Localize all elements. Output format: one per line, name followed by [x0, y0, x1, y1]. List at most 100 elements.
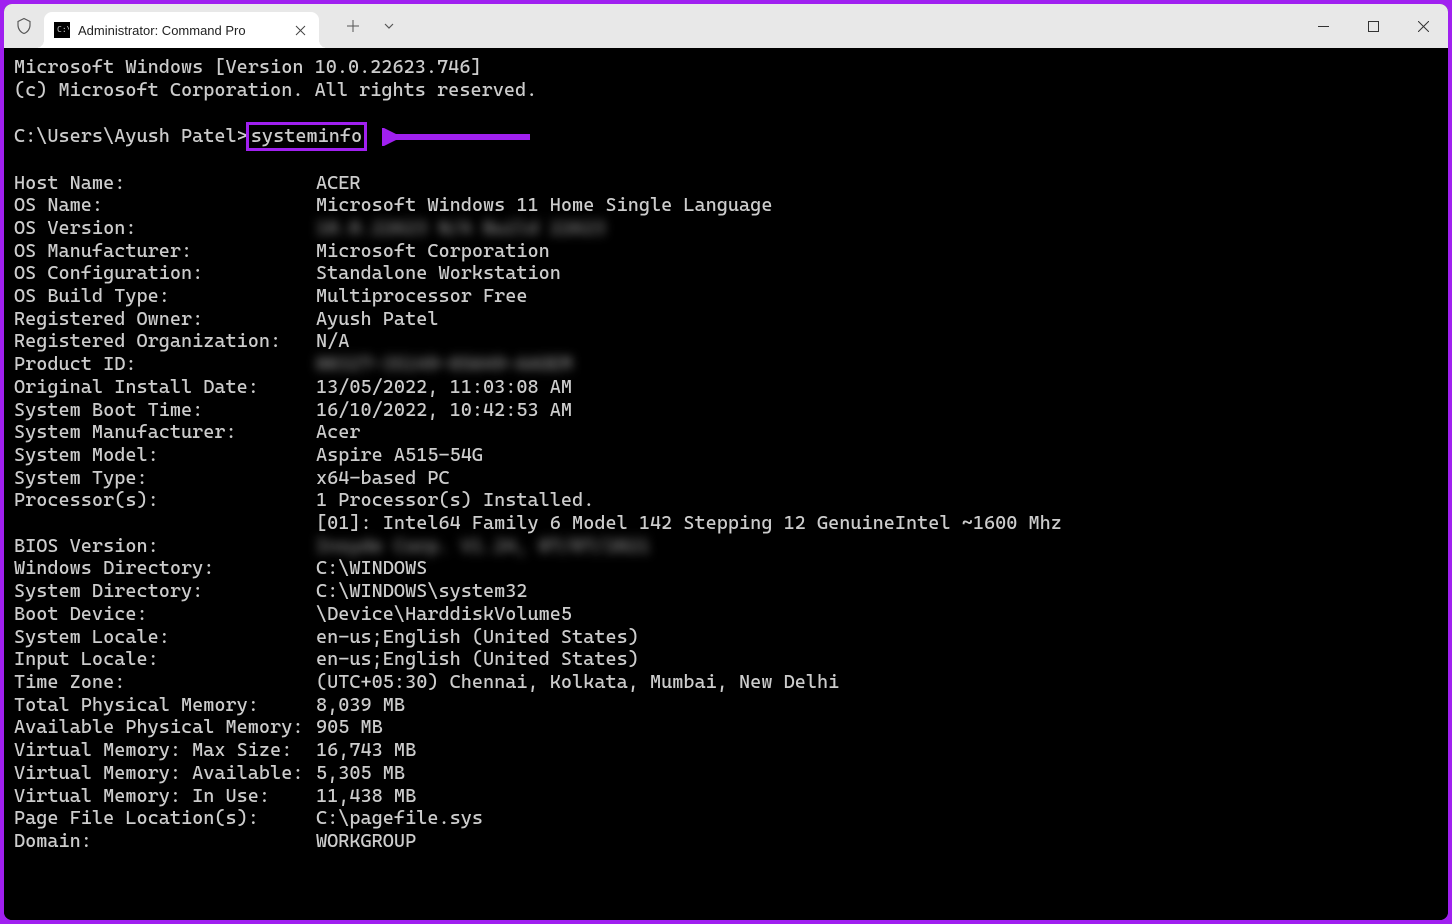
- row-value: 905 MB: [316, 716, 383, 739]
- header-line: Microsoft Windows [Version 10.0.22623.74…: [14, 56, 1438, 79]
- row-label: Available Physical Memory:: [14, 716, 316, 739]
- output-row: System Directory:C:\WINDOWS\system32: [14, 580, 1438, 603]
- row-value: Standalone Workstation: [316, 262, 561, 285]
- row-value: Acer: [316, 421, 361, 444]
- row-value: 10.0.22623 N/A Build 22623: [316, 217, 605, 240]
- blank-line: [14, 149, 1438, 172]
- tab-title: Administrator: Command Pro: [78, 23, 283, 38]
- prompt-text: C:\Users\Ayush Patel>: [14, 125, 248, 147]
- active-tab[interactable]: C:\ Administrator: Command Pro: [44, 12, 319, 48]
- row-label: System Locale:: [14, 626, 316, 649]
- output-row: System Locale:en-us;English (United Stat…: [14, 626, 1438, 649]
- row-value: 00327-35149-85649-AAOEM: [316, 353, 572, 376]
- row-value: C:\pagefile.sys: [316, 807, 483, 830]
- output-row: Input Locale:en-us;English (United State…: [14, 648, 1438, 671]
- row-value: Multiprocessor Free: [316, 285, 528, 308]
- row-value: C:\WINDOWS\system32: [316, 580, 528, 603]
- row-value: WORKGROUP: [316, 830, 416, 853]
- row-label: Product ID:: [14, 353, 316, 376]
- window-controls: [1298, 4, 1448, 48]
- command-highlight: systeminfo: [246, 122, 367, 151]
- output-row: OS Version:10.0.22623 N/A Build 22623: [14, 217, 1438, 240]
- row-label: System Boot Time:: [14, 399, 316, 422]
- row-label: Time Zone:: [14, 671, 316, 694]
- row-label: System Directory:: [14, 580, 316, 603]
- row-label: OS Build Type:: [14, 285, 316, 308]
- row-value: 5,305 MB: [316, 762, 405, 785]
- row-value: 8,039 MB: [316, 694, 405, 717]
- row-label: Total Physical Memory:: [14, 694, 316, 717]
- row-value: N/A: [316, 330, 349, 353]
- output-row: Domain:WORKGROUP: [14, 830, 1438, 853]
- output-row: Registered Owner:Ayush Patel: [14, 308, 1438, 331]
- row-label: Page File Location(s):: [14, 807, 316, 830]
- command-text: systeminfo: [251, 125, 362, 147]
- row-value: Ayush Patel: [316, 308, 438, 331]
- new-tab-button[interactable]: [337, 10, 369, 42]
- svg-text:C:\: C:\: [57, 25, 69, 34]
- row-value: 13/05/2022, 11:03:08 AM: [316, 376, 572, 399]
- row-value: 11,438 MB: [316, 785, 416, 808]
- row-value: ACER: [316, 172, 361, 195]
- blank-line: [14, 101, 1438, 124]
- output-row: Product ID:00327-35149-85649-AAOEM: [14, 353, 1438, 376]
- row-label: BIOS Version:: [14, 535, 316, 558]
- output-row: Windows Directory:C:\WINDOWS: [14, 557, 1438, 580]
- tab-dropdown-button[interactable]: [373, 10, 405, 42]
- row-label: System Model:: [14, 444, 316, 467]
- prompt-line: C:\Users\Ayush Patel>systeminfo: [14, 124, 1438, 149]
- row-value: \Device\HarddiskVolume5: [316, 603, 572, 626]
- row-value: Insyde Corp. V1.24, 07/07/2021: [316, 535, 650, 558]
- output-row: OS Name:Microsoft Windows 11 Home Single…: [14, 194, 1438, 217]
- row-value: x64-based PC: [316, 467, 450, 490]
- copyright-line: (c) Microsoft Corporation. All rights re…: [14, 79, 1438, 102]
- output-row: Host Name:ACER: [14, 172, 1438, 195]
- row-label: Input Locale:: [14, 648, 316, 671]
- terminal-content[interactable]: Microsoft Windows [Version 10.0.22623.74…: [4, 48, 1448, 920]
- row-label: OS Version:: [14, 217, 316, 240]
- output-row: Processor(s):1 Processor(s) Installed.: [14, 489, 1438, 512]
- output-row: BIOS Version:Insyde Corp. V1.24, 07/07/2…: [14, 535, 1438, 558]
- row-label: Virtual Memory: Max Size:: [14, 739, 316, 762]
- shield-icon: [4, 17, 44, 35]
- maximize-button[interactable]: [1348, 4, 1398, 48]
- row-value: en-us;English (United States): [316, 626, 639, 649]
- terminal-window: C:\ Administrator: Command Pro: [4, 4, 1448, 920]
- output-row: System Type:x64-based PC: [14, 467, 1438, 490]
- systeminfo-output: Host Name:ACEROS Name:Microsoft Windows …: [14, 172, 1438, 853]
- row-label: OS Name:: [14, 194, 316, 217]
- row-value: [01]: Intel64 Family 6 Model 142 Steppin…: [316, 512, 1062, 535]
- row-value: Microsoft Windows 11 Home Single Languag…: [316, 194, 772, 217]
- output-row: Available Physical Memory:905 MB: [14, 716, 1438, 739]
- row-label: Registered Owner:: [14, 308, 316, 331]
- close-button[interactable]: [1398, 4, 1448, 48]
- minimize-button[interactable]: [1298, 4, 1348, 48]
- row-label: Original Install Date:: [14, 376, 316, 399]
- row-label: System Manufacturer:: [14, 421, 316, 444]
- row-label: Virtual Memory: Available:: [14, 762, 316, 785]
- row-value: Microsoft Corporation: [316, 240, 550, 263]
- output-row: Time Zone:(UTC+05:30) Chennai, Kolkata, …: [14, 671, 1438, 694]
- output-row: System Model:Aspire A515-54G: [14, 444, 1438, 467]
- output-row: Page File Location(s):C:\pagefile.sys: [14, 807, 1438, 830]
- row-label: Boot Device:: [14, 603, 316, 626]
- row-value: 16,743 MB: [316, 739, 416, 762]
- row-value: Aspire A515-54G: [316, 444, 483, 467]
- tab-actions: [319, 10, 405, 42]
- tab-close-button[interactable]: [291, 21, 309, 39]
- row-label: Host Name:: [14, 172, 316, 195]
- output-row: Virtual Memory: Available:5,305 MB: [14, 762, 1438, 785]
- row-value: C:\WINDOWS: [316, 557, 427, 580]
- row-label: [14, 512, 316, 535]
- output-row: Virtual Memory: Max Size:16,743 MB: [14, 739, 1438, 762]
- row-label: System Type:: [14, 467, 316, 490]
- row-value: 16/10/2022, 10:42:53 AM: [316, 399, 572, 422]
- row-label: Windows Directory:: [14, 557, 316, 580]
- titlebar: C:\ Administrator: Command Pro: [4, 4, 1448, 48]
- output-row: System Manufacturer:Acer: [14, 421, 1438, 444]
- output-row: OS Configuration:Standalone Workstation: [14, 262, 1438, 285]
- row-value: 1 Processor(s) Installed.: [316, 489, 594, 512]
- output-row: OS Build Type:Multiprocessor Free: [14, 285, 1438, 308]
- output-row: Original Install Date:13/05/2022, 11:03:…: [14, 376, 1438, 399]
- row-label: Registered Organization:: [14, 330, 316, 353]
